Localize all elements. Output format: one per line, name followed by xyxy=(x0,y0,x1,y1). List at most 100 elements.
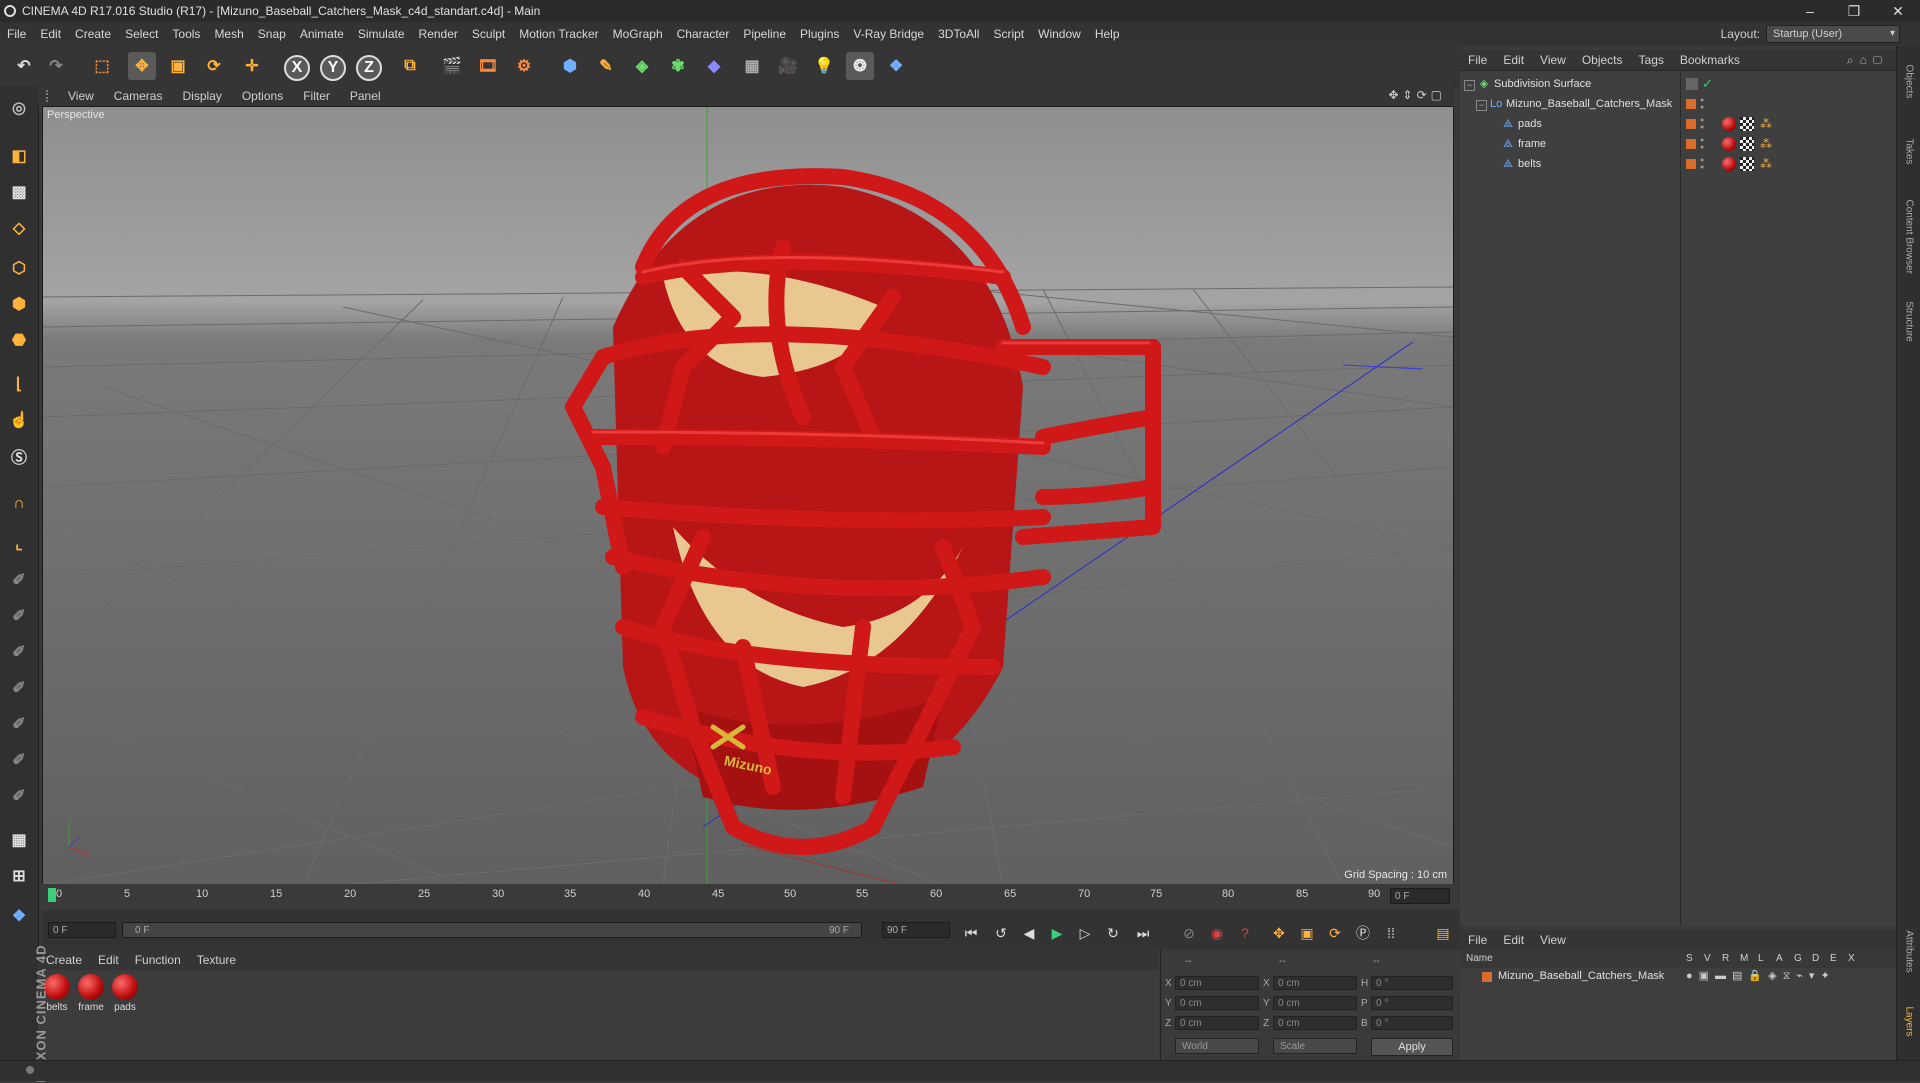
menu-mograph[interactable]: MoGraph xyxy=(606,27,670,41)
object-manager-search-icons[interactable]: ⌕⌂▢ xyxy=(1847,53,1888,68)
layer-col-animation[interactable]: A xyxy=(1776,953,1783,964)
rotation-b-field[interactable]: 0 ° xyxy=(1371,1016,1453,1030)
object-row[interactable]: − ◈ Subdivision Surface ✓ xyxy=(1460,75,1896,95)
render-view-icon[interactable]: 🎬 xyxy=(438,52,466,80)
menu-create[interactable]: Create xyxy=(68,27,118,41)
uvw-tag-icon[interactable] xyxy=(1740,117,1754,131)
viewport-menu-panel[interactable]: Panel xyxy=(340,89,391,103)
layer-col-render[interactable]: R xyxy=(1722,953,1729,964)
layer-col-deformers[interactable]: D xyxy=(1812,953,1819,964)
layer-col-locked[interactable]: L xyxy=(1758,953,1764,964)
frame-range-slider[interactable]: 0 F 90 F xyxy=(122,922,862,938)
layer-col-generators[interactable]: G xyxy=(1794,953,1802,964)
pen-spline-icon[interactable]: ✎ xyxy=(592,52,620,80)
sculpt-axis-icon[interactable]: ⌞ xyxy=(4,530,34,558)
menu-3dtoall[interactable]: 3DToAll xyxy=(931,27,986,41)
cloner-icon[interactable]: ✾ xyxy=(664,52,692,80)
material-tag-icon[interactable] xyxy=(1722,137,1736,151)
layers-menu-edit[interactable]: Edit xyxy=(1495,933,1532,947)
brush-tool-5-icon[interactable]: ✐ xyxy=(4,710,34,738)
point-level-key-icon[interactable]: ⁞⁞ xyxy=(1380,922,1402,944)
viewport-menu-filter[interactable]: Filter xyxy=(293,89,340,103)
position-key-icon[interactable]: ✥ xyxy=(1268,922,1290,944)
objects-menu-view[interactable]: View xyxy=(1532,53,1574,67)
menu-sculpt[interactable]: Sculpt xyxy=(465,27,512,41)
restore-button[interactable]: ❐ xyxy=(1832,0,1876,22)
position-z-field[interactable]: 0 cm xyxy=(1175,1016,1259,1030)
material-item[interactable]: frame xyxy=(76,974,106,1013)
layer-col-solo[interactable]: S xyxy=(1686,953,1693,964)
size-x-field[interactable]: 0 cm xyxy=(1273,976,1357,990)
model-mode-icon[interactable]: ◧ xyxy=(4,142,34,170)
coordinate-system-icon[interactable]: ⧉ xyxy=(396,52,424,80)
edges-mode-icon[interactable]: ⬢ xyxy=(4,290,34,318)
tab-attributes[interactable]: Attributes xyxy=(1904,920,1915,984)
object-row[interactable]: ⟁ frame ● ● ⁂ xyxy=(1460,135,1896,155)
layer-col-view[interactable]: V xyxy=(1704,953,1711,964)
menu-tools[interactable]: Tools xyxy=(165,27,207,41)
tab-content-browser[interactable]: Content Browser xyxy=(1904,200,1915,274)
layers-menu-file[interactable]: File xyxy=(1460,933,1495,947)
viewport-navigation-icons[interactable]: ✥⇕⟳▢ xyxy=(1388,88,1446,102)
y-axis-lock-button[interactable]: Y xyxy=(320,55,346,81)
layers-menu-view[interactable]: View xyxy=(1532,933,1574,947)
layer-row[interactable]: Mizuno_Baseball_Catchers_Mask ●▣▬▤🔒◈⧖⌁▾✦ xyxy=(1460,968,1896,986)
render-settings-icon[interactable]: ⚙ xyxy=(510,52,538,80)
python-icon[interactable]: ❖ xyxy=(4,902,34,930)
tab-objects[interactable]: Objects xyxy=(1904,50,1915,114)
close-button[interactable]: ✕ xyxy=(1876,0,1920,22)
objects-menu-bookmarks[interactable]: Bookmarks xyxy=(1672,53,1748,67)
coordinate-mode-dropdown[interactable]: Scale xyxy=(1273,1038,1357,1054)
objects-menu-edit[interactable]: Edit xyxy=(1495,53,1532,67)
brush-tool-7-icon[interactable]: ✐ xyxy=(4,782,34,810)
z-axis-lock-button[interactable]: Z xyxy=(356,55,382,81)
menu-edit[interactable]: Edit xyxy=(33,27,68,41)
polygons-mode-icon[interactable]: ⬣ xyxy=(4,326,34,354)
transform-tool-icon[interactable]: ✛ xyxy=(238,52,266,80)
objects-menu-objects[interactable]: Objects xyxy=(1574,53,1631,67)
axis-mode-icon[interactable]: ⌊ xyxy=(4,370,34,398)
visibility-dots-icon[interactable]: ● ● xyxy=(1700,117,1706,131)
floor-icon[interactable]: ▦ xyxy=(738,52,766,80)
visibility-dots-icon[interactable]: ● ● xyxy=(1700,157,1706,171)
go-to-end-icon[interactable]: ⏭ xyxy=(1132,922,1154,944)
autokey-icon[interactable]: ◉ xyxy=(1206,922,1228,944)
layer-flag-icons[interactable]: ●▣▬▤🔒◈⧖⌁▾✦ xyxy=(1686,969,1836,983)
menu-snap[interactable]: Snap xyxy=(251,27,293,41)
move-tool-icon[interactable]: ✥ xyxy=(128,52,156,80)
tab-layers[interactable]: Layers xyxy=(1904,990,1915,1054)
rotation-h-field[interactable]: 0 ° xyxy=(1371,976,1453,990)
end-frame-field[interactable]: 90 F xyxy=(882,922,950,938)
coordinate-space-dropdown[interactable]: World xyxy=(1175,1038,1259,1054)
play-icon[interactable]: ▶ xyxy=(1046,922,1068,944)
rotation-key-icon[interactable]: ⟳ xyxy=(1324,922,1346,944)
previous-frame-icon[interactable]: ◀ xyxy=(1018,922,1040,944)
phong-tag-icon[interactable]: ⁂ xyxy=(1760,157,1772,171)
camera-icon[interactable]: 🎥 xyxy=(774,52,802,80)
record-keyframe-icon[interactable]: ⊘ xyxy=(1178,922,1200,944)
menu-help[interactable]: Help xyxy=(1088,27,1127,41)
parameter-key-icon[interactable]: Ⓟ xyxy=(1352,922,1374,944)
menu-simulate[interactable]: Simulate xyxy=(351,27,412,41)
viewport-menu-cameras[interactable]: Cameras xyxy=(104,89,173,103)
position-y-field[interactable]: 0 cm xyxy=(1175,996,1259,1010)
material-menu-edit[interactable]: Edit xyxy=(90,953,127,967)
material-item[interactable]: pads xyxy=(110,974,140,1013)
tweak-mode-icon[interactable]: ☝ xyxy=(4,406,34,434)
menu-motion-tracker[interactable]: Motion Tracker xyxy=(512,27,605,41)
material-tag-icon[interactable] xyxy=(1722,157,1736,171)
menu-plugins[interactable]: Plugins xyxy=(793,27,846,41)
material-tag-icon[interactable] xyxy=(1722,117,1736,131)
size-z-field[interactable]: 0 cm xyxy=(1273,1016,1357,1030)
workplane-lock-icon[interactable]: ⊞ xyxy=(4,862,34,890)
timeline-window-icon[interactable]: ▤ xyxy=(1432,922,1454,944)
magnet-icon[interactable]: ∩ xyxy=(4,490,34,518)
enabled-check-icon[interactable]: ✓ xyxy=(1702,76,1713,92)
layer-color-icon[interactable] xyxy=(1686,139,1696,149)
undo-icon[interactable]: ↶ xyxy=(10,52,38,80)
menu-window[interactable]: Window xyxy=(1031,27,1088,41)
previous-key-icon[interactable]: ↺ xyxy=(990,922,1012,944)
position-x-field[interactable]: 0 cm xyxy=(1175,976,1259,990)
brush-tool-4-icon[interactable]: ✐ xyxy=(4,674,34,702)
keyframe-selection-icon[interactable]: ? xyxy=(1234,922,1256,944)
